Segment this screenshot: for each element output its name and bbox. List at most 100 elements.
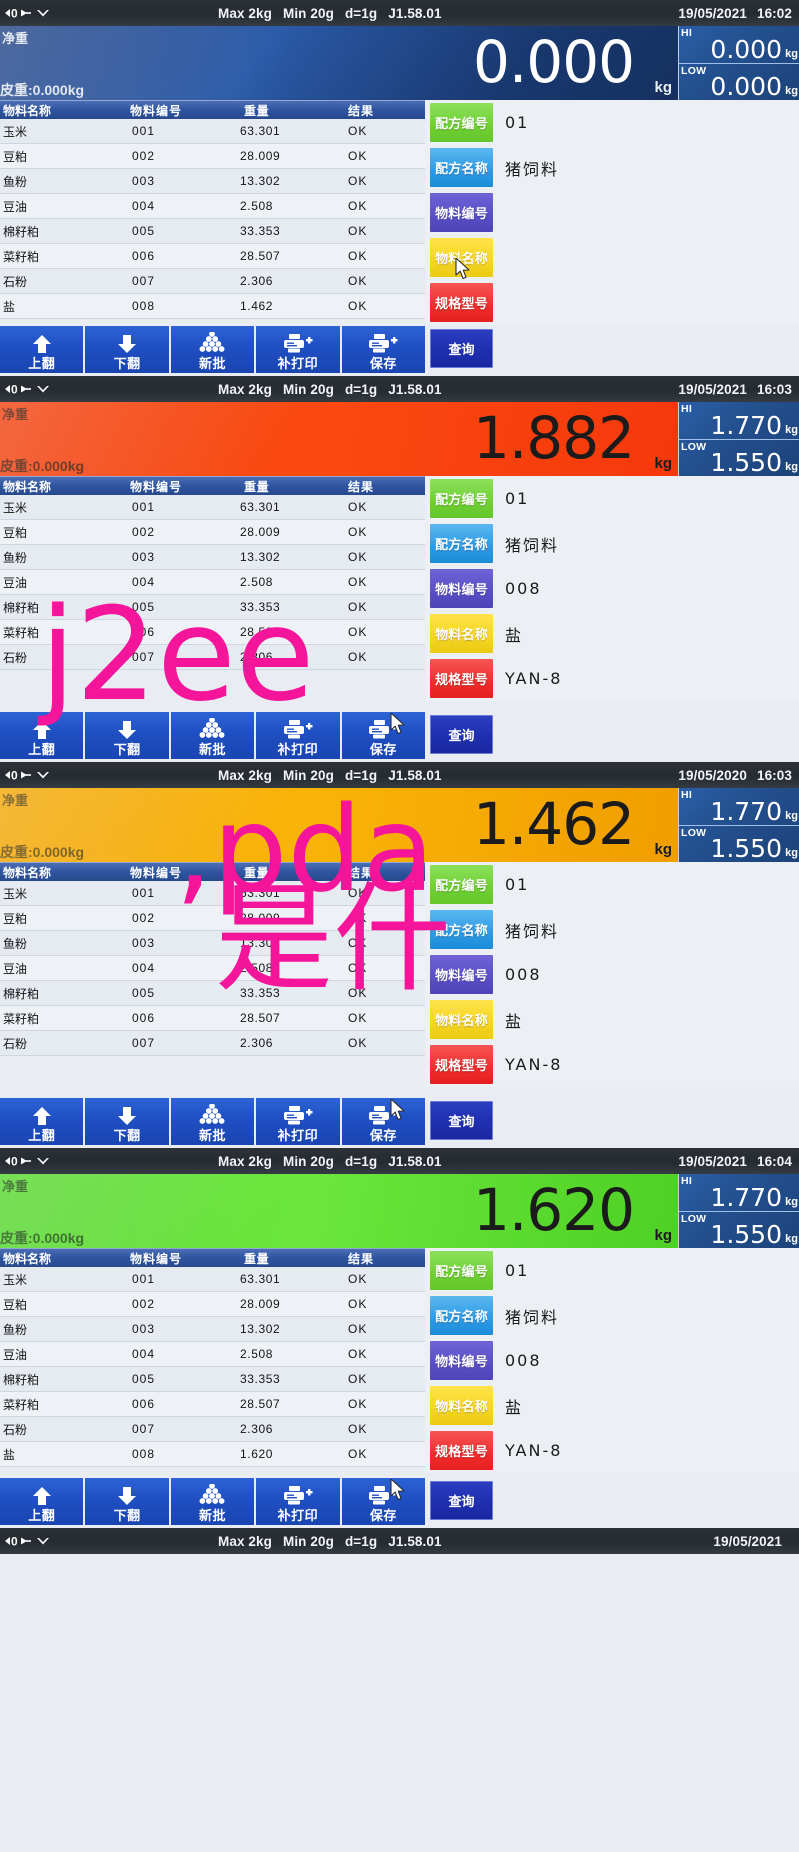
query-button[interactable]: 查询 bbox=[430, 1481, 493, 1520]
info-row-material-no: 物料编号 008 bbox=[425, 566, 799, 611]
chip-formula-name[interactable]: 配方名称 bbox=[430, 524, 493, 563]
table-row[interactable]: 玉米 001 63.301 OK bbox=[0, 495, 425, 520]
chip-material-no[interactable]: 物料编号 bbox=[430, 955, 493, 994]
table-row[interactable]: 菜籽粕 006 28.507 OK bbox=[0, 620, 425, 645]
cell-result: OK bbox=[348, 986, 368, 1000]
cell-result: OK bbox=[348, 961, 368, 975]
spec-max: Max 2kg bbox=[218, 5, 272, 21]
page-up-button[interactable]: 上翻 bbox=[0, 1478, 86, 1525]
setpoint-panel: HI 1.770 kg LOW 1.550 kg bbox=[679, 402, 799, 476]
chip-material-name[interactable]: 物料名称 bbox=[430, 238, 493, 277]
save-button[interactable]: 保存 bbox=[341, 712, 426, 759]
table-row[interactable]: 豆粕 002 28.009 OK bbox=[0, 520, 425, 545]
chip-formula-name[interactable]: 配方名称 bbox=[430, 148, 493, 187]
table-row[interactable]: 豆粕 002 28.009 OK bbox=[0, 906, 425, 931]
save-icon bbox=[368, 332, 398, 356]
table-row[interactable]: 鱼粉 003 13.302 OK bbox=[0, 1317, 425, 1342]
chip-formula-name[interactable]: 配方名称 bbox=[430, 1296, 493, 1335]
chip-material-name[interactable]: 物料名称 bbox=[430, 1386, 493, 1425]
cell-material-name: 豆油 bbox=[3, 1347, 28, 1362]
cell-result: OK bbox=[348, 1272, 368, 1286]
chip-spec-model[interactable]: 规格型号 bbox=[430, 659, 493, 698]
table-row[interactable]: 菜籽粕 006 28.507 OK bbox=[0, 1006, 425, 1031]
chip-spec-model[interactable]: 规格型号 bbox=[430, 1431, 493, 1470]
page-down-button[interactable]: 下翻 bbox=[85, 326, 171, 373]
cell-material-name: 盐 bbox=[3, 1447, 16, 1462]
reprint-button[interactable]: 补打印 bbox=[256, 326, 342, 373]
new-batch-button[interactable]: 新批 bbox=[170, 326, 257, 373]
table-row[interactable]: 石粉 007 2.306 OK bbox=[0, 645, 425, 670]
table-row[interactable]: 石粉 007 2.306 OK bbox=[0, 1031, 425, 1056]
table-row[interactable]: 棉籽粕 005 33.353 OK bbox=[0, 595, 425, 620]
new-batch-button[interactable]: 新批 bbox=[170, 712, 257, 759]
weight-value: 1.620 bbox=[472, 1175, 635, 1244]
chip-material-name[interactable]: 物料名称 bbox=[430, 614, 493, 653]
cell-material-no: 005 bbox=[132, 224, 156, 238]
weight-unit: kg bbox=[654, 455, 672, 472]
chip-material-no[interactable]: 物料编号 bbox=[430, 569, 493, 608]
chip-formula-no[interactable]: 配方编号 bbox=[430, 1251, 493, 1290]
table-row[interactable]: 石粉 007 2.306 OK bbox=[0, 1417, 425, 1442]
info-row-formula-no: 配方编号 01 bbox=[425, 476, 799, 521]
reprint-button[interactable]: 补打印 bbox=[256, 1478, 342, 1525]
table-row[interactable]: 玉米 001 63.301 OK bbox=[0, 1267, 425, 1292]
chip-formula-no[interactable]: 配方编号 bbox=[430, 103, 493, 142]
value-formula-no: 01 bbox=[505, 875, 530, 894]
save-button[interactable]: 保存 bbox=[341, 1098, 426, 1145]
col-header-material-no: 物料编号 bbox=[130, 479, 183, 494]
table-row[interactable]: 棉籽粕 005 33.353 OK bbox=[0, 1367, 425, 1392]
table-row[interactable]: 豆油 004 2.508 OK bbox=[0, 194, 425, 219]
reprint-button[interactable]: 补打印 bbox=[256, 712, 342, 759]
query-button[interactable]: 查询 bbox=[430, 1101, 493, 1140]
table-row[interactable]: 棉籽粕 005 33.353 OK bbox=[0, 219, 425, 244]
info-row-material-no: 物料编号 bbox=[425, 190, 799, 235]
table-row[interactable]: 石粉 007 2.306 OK bbox=[0, 269, 425, 294]
table-row[interactable]: 盐 008 1.620 OK bbox=[0, 1442, 425, 1467]
page-down-button[interactable]: 下翻 bbox=[85, 1098, 171, 1145]
save-button[interactable]: 保存 bbox=[341, 326, 426, 373]
chip-material-no[interactable]: 物料编号 bbox=[430, 1341, 493, 1380]
page-down-button[interactable]: 下翻 bbox=[85, 1478, 171, 1525]
chip-formula-name[interactable]: 配方名称 bbox=[430, 910, 493, 949]
table-row[interactable]: 鱼粉 003 13.302 OK bbox=[0, 545, 425, 570]
chip-formula-no[interactable]: 配方编号 bbox=[430, 479, 493, 518]
table-row[interactable]: 鱼粉 003 13.302 OK bbox=[0, 931, 425, 956]
cell-weight: 1.620 bbox=[240, 1447, 274, 1461]
new-batch-button[interactable]: 新批 bbox=[170, 1478, 257, 1525]
table-row[interactable]: 豆油 004 2.508 OK bbox=[0, 1342, 425, 1367]
table-row[interactable]: 鱼粉 003 13.302 OK bbox=[0, 169, 425, 194]
table-header-row: 物料名称 物料编号 重量 结果 bbox=[0, 100, 425, 119]
page-up-button[interactable]: 上翻 bbox=[0, 326, 86, 373]
table-row[interactable]: 菜籽粕 006 28.507 OK bbox=[0, 1392, 425, 1417]
chip-material-no[interactable]: 物料编号 bbox=[430, 193, 493, 232]
reprint-button[interactable]: 补打印 bbox=[256, 1098, 342, 1145]
table-row[interactable]: 玉米 001 63.301 OK bbox=[0, 881, 425, 906]
chip-material-name[interactable]: 物料名称 bbox=[430, 1000, 493, 1039]
save-button[interactable]: 保存 bbox=[341, 1478, 426, 1525]
query-button[interactable]: 查询 bbox=[430, 329, 493, 368]
table-row[interactable]: 盐 008 1.462 OK bbox=[0, 294, 425, 319]
table-row[interactable]: 豆粕 002 28.009 OK bbox=[0, 144, 425, 169]
chip-spec-model[interactable]: 规格型号 bbox=[430, 283, 493, 322]
table-row[interactable]: 棉籽粕 005 33.353 OK bbox=[0, 981, 425, 1006]
material-table: 物料名称 物料编号 重量 结果 玉米 001 63.301 OK 豆粕 002 28.009 OK 鱼粉… bbox=[0, 862, 425, 1056]
table-row[interactable]: 豆油 004 2.508 OK bbox=[0, 570, 425, 595]
value-formula-no: 01 bbox=[505, 1261, 530, 1280]
chip-spec-model[interactable]: 规格型号 bbox=[430, 1045, 493, 1084]
page-down-button[interactable]: 下翻 bbox=[85, 712, 171, 759]
zero-stability-icon: 0 bbox=[0, 382, 58, 396]
query-button[interactable]: 查询 bbox=[430, 715, 493, 754]
table-row[interactable]: 玉米 001 63.301 OK bbox=[0, 119, 425, 144]
table-row[interactable]: 豆油 004 2.508 OK bbox=[0, 956, 425, 981]
cell-material-name: 豆粕 bbox=[3, 911, 28, 926]
page-down-label: 下翻 bbox=[113, 1128, 141, 1143]
table-row[interactable]: 豆粕 002 28.009 OK bbox=[0, 1292, 425, 1317]
page-up-button[interactable]: 上翻 bbox=[0, 712, 86, 759]
svg-text:0: 0 bbox=[11, 7, 18, 21]
page-up-button[interactable]: 上翻 bbox=[0, 1098, 86, 1145]
value-material-no: 008 bbox=[505, 579, 542, 598]
table-row[interactable]: 菜籽粕 006 28.507 OK bbox=[0, 244, 425, 269]
new-batch-button[interactable]: 新批 bbox=[170, 1098, 257, 1145]
cell-result: OK bbox=[348, 1036, 368, 1050]
chip-formula-no[interactable]: 配方编号 bbox=[430, 865, 493, 904]
